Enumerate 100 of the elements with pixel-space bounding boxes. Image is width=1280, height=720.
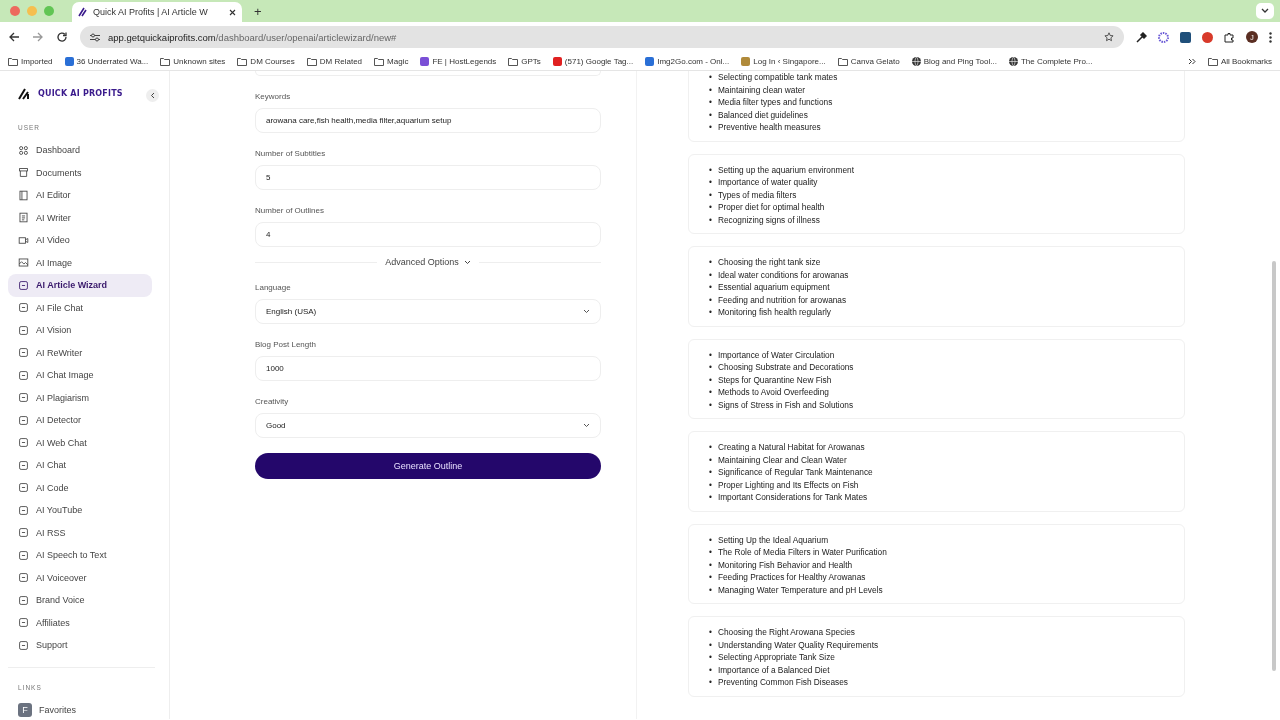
outline-card[interactable]: • Choosing the Right Arowana Species • Understanding Water Quality Requirements • Selecting Appropriate Tank Size • Importance of a Balanced Diet • Preventing Common Fish Diseases <box>688 616 1185 697</box>
advanced-options-toggle[interactable]: Advanced Options <box>385 257 471 267</box>
close-icon[interactable] <box>229 8 236 16</box>
bookmark[interactable]: Magic <box>387 56 409 66</box>
browser-tab[interactable]: Quick AI Profits | AI Article W <box>72 2 242 22</box>
sidebar-item[interactable]: AI Article Wizard <box>8 274 152 297</box>
letter-badge: F <box>18 702 32 717</box>
bookmark[interactable]: FE | HostLegends <box>432 56 497 66</box>
bookmark[interactable]: Canva Gelato <box>850 56 900 66</box>
bullet: • <box>709 71 712 84</box>
input-field[interactable]: 1000 <box>255 356 601 381</box>
sidebar-item[interactable]: F Favorites <box>8 698 152 720</box>
bookmark[interactable]: Log In ‹ Singapore... <box>753 56 826 66</box>
bookmark[interactable]: (571) Google Tag... <box>564 56 634 66</box>
sidebar-item[interactable]: AI Web Chat <box>8 431 152 454</box>
bookmark[interactable]: Imported <box>21 56 53 66</box>
outline-item: Proper diet for optimal health <box>717 201 825 214</box>
field-label: Blog Post Length <box>255 340 317 349</box>
bullet: • <box>709 201 712 214</box>
bullet: • <box>709 583 712 596</box>
outline-item: Methods to Avoid Overfeeding <box>717 386 829 399</box>
bullet: • <box>709 213 712 226</box>
extension-icon[interactable] <box>1202 31 1213 43</box>
outline-item: Media filter types and functions <box>717 96 833 109</box>
dropdown[interactable]: Good <box>255 413 601 438</box>
sidebar-item[interactable]: AI Plagiarism <box>8 386 152 409</box>
dropdown[interactable]: English (USA) <box>255 299 601 324</box>
outline-card[interactable]: • Importance of Water Circulation • Choosing Substrate and Decorations • Steps for Quarantine New Fish • Methods to Avoid Overfeeding • Signs of Stress in Fish and Solutions <box>688 338 1185 419</box>
bookmark[interactable]: Unknown sites <box>173 56 226 66</box>
more-icon[interactable] <box>1269 31 1272 43</box>
outline-card[interactable]: • Selecting compatible tank mates • Maintaining clean water • Media filter types and functions • Balanced diet guidelines • Preventive health measures <box>688 71 1185 142</box>
bookmark[interactable]: 36 Underrated Wa... <box>76 56 149 66</box>
input-field[interactable]: arowana care,fish health,media filter,aquarium setup <box>255 108 601 133</box>
sidebar-item[interactable]: Affiliates <box>8 611 152 634</box>
collapse-button[interactable] <box>146 89 159 102</box>
bookmark[interactable]: Blog and Ping Tool... <box>923 56 997 66</box>
bullet: • <box>709 281 712 294</box>
bookmark[interactable]: All Bookmarks <box>1220 56 1272 66</box>
logo-icon <box>18 87 32 100</box>
sidebar-item[interactable]: Brand Voice <box>8 589 152 612</box>
star-icon[interactable] <box>1104 32 1114 42</box>
outline-card[interactable]: • Choosing the right tank size • Ideal water conditions for arowanas • Essential aquarium equipment • Feeding and nutrition for arowanas • Monitoring fish health regularly <box>688 246 1185 327</box>
sidebar-item[interactable]: AI Vision <box>8 319 152 342</box>
sidebar-item[interactable]: AI Speech to Text <box>8 544 152 567</box>
scrollbar[interactable] <box>1272 261 1276 671</box>
bullet: • <box>709 533 712 546</box>
extension-icon[interactable] <box>1180 31 1191 43</box>
sidebar-item[interactable]: Support <box>8 634 152 657</box>
outline-item: Feeding and nutrition for arowanas <box>717 293 847 306</box>
bullet: • <box>709 386 712 399</box>
input-field[interactable]: 4 <box>255 222 601 247</box>
reload-icon[interactable] <box>56 31 68 43</box>
outline-item: Types of media filters <box>717 188 797 201</box>
back-icon[interactable] <box>8 31 20 43</box>
bullet: • <box>709 121 712 134</box>
outline-card[interactable]: • Setting up the aquarium environment • Importance of water quality • Types of media filters • Proper diet for optimal health • Recognizing signs of illness <box>688 153 1185 234</box>
sidebar-item[interactable]: AI Code <box>8 476 152 499</box>
sidebar-item[interactable]: AI RSS <box>8 521 152 544</box>
input-field[interactable]: 5 <box>255 165 601 190</box>
field-label: Creativity <box>255 397 290 406</box>
eyedropper-icon[interactable] <box>1136 31 1147 43</box>
sidebar-item[interactable]: AI Writer <box>8 206 152 229</box>
address-bar[interactable]: app.getquickaiprofits.com/dashboard/user/openai/articlewizard/new# <box>80 26 1124 48</box>
outline-item: Creating a Natural Habitat for Arowanas <box>717 441 865 454</box>
sidebar-item[interactable]: AI Voiceover <box>8 566 152 589</box>
folder-icon <box>160 56 171 66</box>
outline-item: Setting Up the Ideal Aquarium <box>717 533 829 546</box>
more-bookmarks-icon[interactable] <box>1187 57 1196 65</box>
sidebar-item[interactable]: AI YouTube <box>8 499 152 522</box>
outline-item: Preventive health measures <box>717 121 821 134</box>
bookmark[interactable]: DM Courses <box>250 56 295 66</box>
sidebar-item[interactable]: Dashboard <box>8 139 152 162</box>
outline-item: Maintaining clean water <box>717 83 806 96</box>
sidebar-item[interactable]: AI Editor <box>8 184 152 207</box>
sidebar-item[interactable]: AI Video <box>8 229 152 252</box>
bookmark[interactable]: Img2Go.com - Onl... <box>657 56 730 66</box>
sidebar-item[interactable]: AI Detector <box>8 409 152 432</box>
outline-item: Understanding Water Quality Requirements <box>717 638 879 651</box>
sidebar-item[interactable]: Documents <box>8 161 152 184</box>
puzzle-icon[interactable] <box>1224 31 1235 43</box>
generate-outline-button[interactable]: Generate Outline <box>255 453 601 479</box>
forward-icon[interactable] <box>32 31 44 43</box>
tab-list-button[interactable] <box>1256 3 1274 19</box>
video-camera-icon <box>18 234 29 246</box>
sidebar-item[interactable]: AI ReWriter <box>8 341 152 364</box>
outline-item: Important Considerations for Tank Mates <box>717 491 868 504</box>
bookmark[interactable]: DM Related <box>319 56 363 66</box>
bullet: • <box>709 188 712 201</box>
new-tab-button[interactable]: + <box>248 3 268 19</box>
outline-item: Maintaining Clear and Clean Water <box>717 453 847 466</box>
bullet: • <box>709 651 712 664</box>
bookmark[interactable]: The Complete Pro... <box>1020 56 1093 66</box>
sidebar-item[interactable]: AI Chat Image <box>8 364 152 387</box>
bookmark[interactable]: GPTs <box>521 56 541 66</box>
sidebar-item[interactable]: AI Chat <box>8 454 152 477</box>
outline-item: The Role of Media Filters in Water Purification <box>717 546 887 559</box>
site-settings-icon[interactable] <box>90 32 100 42</box>
sidebar-item[interactable]: AI Image <box>8 251 152 274</box>
archive-icon <box>18 167 29 179</box>
sidebar-item[interactable]: AI File Chat <box>8 296 152 319</box>
